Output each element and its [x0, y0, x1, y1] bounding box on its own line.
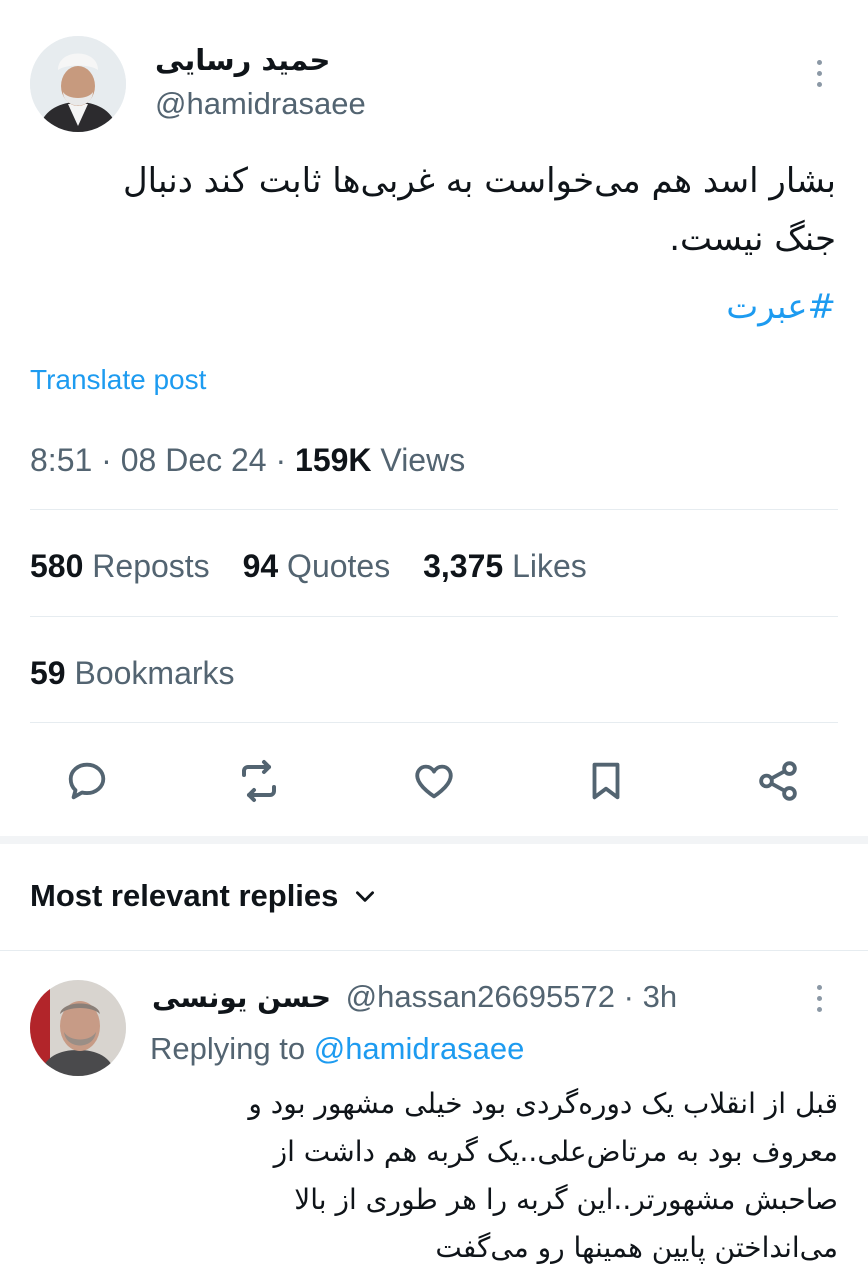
- tweet-text: بشار اسد هم می‌خواست به غربی‌ها ثابت کند…: [36, 152, 836, 268]
- reply-text: قبل از انقلاب یک دوره‌گردی بود خیلی مشهو…: [148, 1080, 838, 1272]
- quotes-count: 94: [242, 548, 279, 584]
- replies-sort-dropdown[interactable]: Most relevant replies: [30, 876, 378, 916]
- reply-author-handle[interactable]: @hassan26695572: [346, 979, 615, 1014]
- more-options-icon[interactable]: [815, 60, 823, 87]
- reply-time[interactable]: 3h: [643, 979, 677, 1014]
- replying-to-label: Replying to: [150, 1031, 306, 1066]
- likes-label: Likes: [512, 548, 587, 584]
- avatar-image: [30, 980, 126, 1076]
- replies-header-title: Most relevant replies: [30, 878, 339, 913]
- quotes-stat[interactable]: 94 Quotes: [243, 548, 391, 584]
- reply-text-line-4: می‌انداختن پایین همینها رو می‌گفت: [435, 1231, 838, 1264]
- tweet-time[interactable]: 8:51: [30, 442, 92, 478]
- translate-post-link[interactable]: Translate post: [30, 362, 206, 398]
- likes-count: 3,375: [423, 548, 504, 584]
- reply-icon[interactable]: [63, 757, 111, 805]
- reply-text-line-2: معروف بود به مرتاض‌علی..یک گربه هم داشت …: [273, 1135, 838, 1168]
- bookmarks-label: Bookmarks: [74, 655, 235, 691]
- retweet-icon[interactable]: [235, 757, 283, 805]
- divider: [0, 950, 868, 951]
- likes-stat[interactable]: 3,375 Likes: [423, 548, 587, 584]
- views-count: 159K: [295, 442, 372, 478]
- reposts-stat[interactable]: 580 Reposts: [30, 548, 210, 584]
- reply-header: حسن یونسی @hassan26695572 · 3h: [152, 976, 677, 1019]
- stats-row: 580 Reposts 94 Quotes 3,375 Likes: [30, 546, 587, 586]
- meta-separator: ·: [92, 442, 121, 478]
- tweet-date[interactable]: 08 Dec 24: [121, 442, 267, 478]
- reposts-count: 580: [30, 548, 84, 584]
- reposts-label: Reposts: [92, 548, 210, 584]
- author-handle[interactable]: @hamidrasaee: [155, 84, 366, 124]
- hashtag-link[interactable]: #عبرت: [726, 284, 836, 330]
- views-label: Views: [380, 442, 466, 478]
- author-name[interactable]: حمید رسایی: [155, 42, 330, 78]
- meta-separator: ·: [615, 979, 643, 1014]
- reply-text-line-1: قبل از انقلاب یک دوره‌گردی بود خیلی مشهو…: [248, 1087, 838, 1120]
- bookmarks-stat[interactable]: 59 Bookmarks: [30, 653, 235, 693]
- more-options-icon[interactable]: [815, 985, 823, 1012]
- share-icon[interactable]: [754, 757, 802, 805]
- divider: [30, 509, 838, 510]
- quotes-label: Quotes: [287, 548, 391, 584]
- reply-author-name[interactable]: حسن یونسی: [152, 981, 331, 1014]
- bookmark-icon[interactable]: [582, 757, 630, 805]
- section-separator: [0, 836, 868, 844]
- avatar-image: [30, 36, 126, 132]
- reply-text-line-3: صاحبش مشهورتر..این گربه را هر طوری از با…: [294, 1183, 838, 1216]
- divider: [30, 616, 838, 617]
- bookmarks-count: 59: [30, 655, 66, 691]
- like-icon[interactable]: [410, 757, 458, 805]
- tweet-text-line-2: جنگ نیست.: [669, 219, 836, 259]
- tweet-text-line-1: بشار اسد هم می‌خواست به غربی‌ها ثابت کند…: [122, 161, 836, 201]
- reply-avatar[interactable]: [30, 980, 126, 1076]
- divider: [30, 722, 838, 723]
- chevron-down-icon: [356, 891, 375, 902]
- meta-separator: ·: [266, 442, 296, 478]
- author-avatar[interactable]: [30, 36, 126, 132]
- replying-to-handle[interactable]: @hamidrasaee: [314, 1031, 525, 1066]
- replying-to: Replying to @hamidrasaee: [150, 1028, 524, 1070]
- tweet-meta: 8:51 · 08 Dec 24 · 159K Views: [30, 440, 465, 480]
